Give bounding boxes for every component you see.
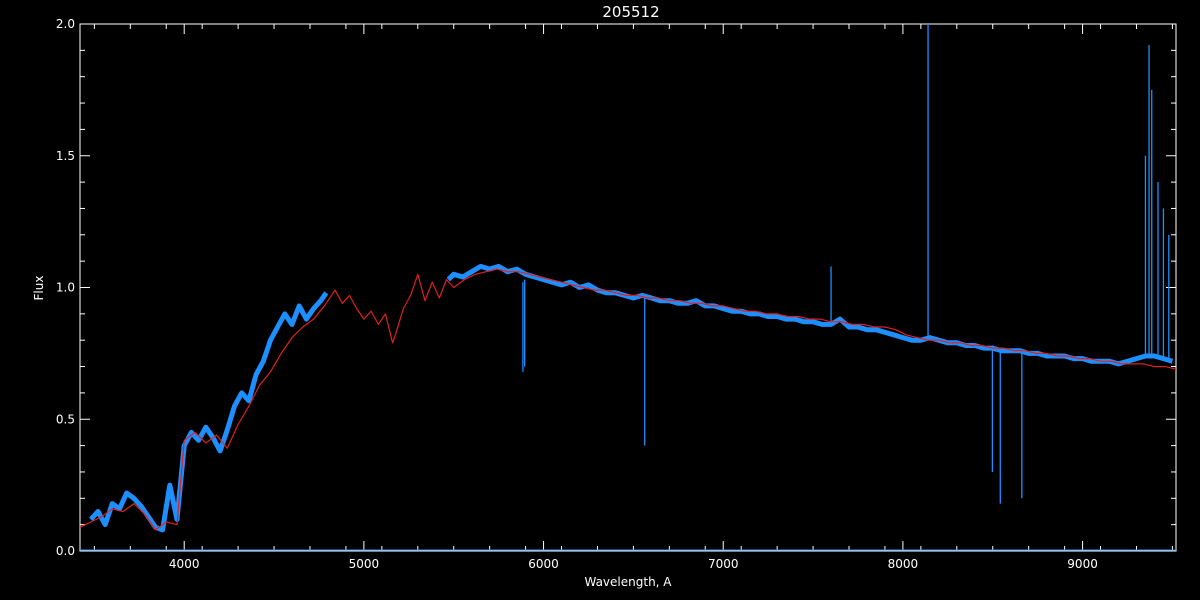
chart-title: 205512	[602, 3, 659, 21]
y-tick-label: 0.0	[56, 544, 75, 558]
y-axis-ticks: 0.0 0.5 1.0 1.5 2.0	[56, 17, 1176, 558]
x-tick-label: 8000	[888, 557, 919, 571]
spectrum-series	[79, 263, 1177, 551]
plot-frame	[79, 23, 1177, 552]
x-tick-label: 5000	[349, 557, 380, 571]
x-tick-label: 9000	[1067, 557, 1098, 571]
x-tick-label: 7000	[708, 557, 739, 571]
x-tick-label: 6000	[528, 557, 559, 571]
y-axis-title: Flux	[32, 276, 46, 301]
y-tick-label: 1.0	[56, 281, 75, 295]
x-tick-label: 4000	[169, 557, 200, 571]
y-tick-label: 0.5	[56, 412, 75, 426]
y-tick-label: 1.5	[56, 149, 75, 163]
observed-series-segment-0	[88, 291, 329, 533]
flux-spectrum-chart: 205512 4000 5000 6000 7000 8000 9000 0.0 0.5 1.…	[32, 3, 1177, 589]
spectral-line-spikes	[522, 24, 1170, 504]
x-axis-title: Wavelength, A	[584, 575, 672, 589]
y-tick-label: 2.0	[56, 17, 75, 31]
